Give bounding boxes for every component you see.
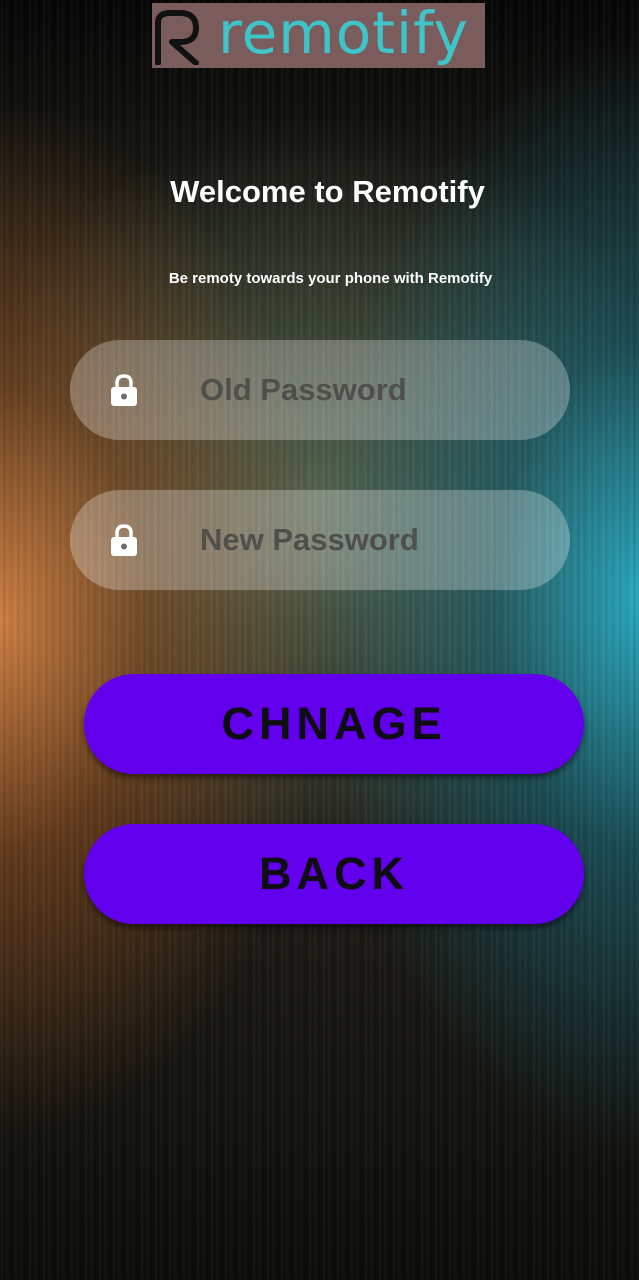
new-password-field[interactable] — [70, 490, 570, 590]
old-password-field[interactable] — [70, 340, 570, 440]
page-title: Welcome to Remotify — [170, 174, 485, 209]
page-subtitle: Be remoty towards your phone with Remoti… — [168, 270, 493, 287]
change-password-button[interactable]: CHNAGE — [84, 674, 584, 774]
lock-icon — [111, 524, 137, 556]
old-password-input[interactable] — [200, 360, 540, 420]
logo-wordmark: remotify — [218, 0, 469, 67]
new-password-input[interactable] — [200, 510, 540, 570]
back-button[interactable]: BACK — [84, 824, 584, 924]
app-logo: remotify — [152, 0, 485, 68]
lock-icon — [111, 374, 137, 406]
remotify-r-logo-icon — [155, 10, 199, 65]
